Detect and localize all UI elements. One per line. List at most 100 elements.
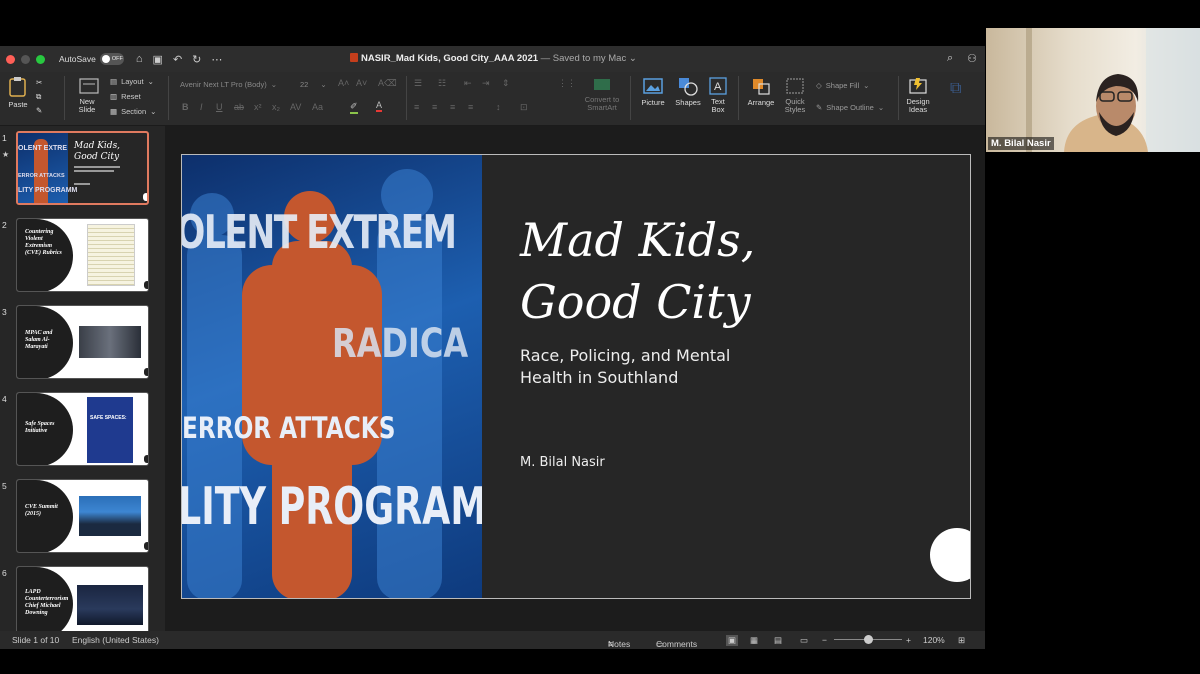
autosave-control[interactable]: AutoSave OFF: [59, 53, 124, 65]
quick-styles-button[interactable]: Quick Styles: [780, 76, 810, 114]
picture-label: Picture: [641, 98, 665, 107]
font-name-select[interactable]: Avenir Next LT Pro (Body) ⌄: [180, 80, 296, 89]
slide-show-icon[interactable]: ▭: [800, 635, 808, 646]
layout-button[interactable]: ▤ Layout ⌄: [110, 77, 154, 86]
shape-outline-button[interactable]: ✎ Shape Outline ⌄: [816, 103, 884, 112]
bold-button[interactable]: B: [182, 102, 189, 112]
font-color-button[interactable]: A: [376, 100, 383, 112]
slide-title-line: Mad Kids,: [520, 213, 756, 267]
zoom-button[interactable]: [36, 54, 45, 64]
slide-thumbnails-pane: 1 ★ OLENT EXTRE ERROR ATTACKS LITY PROGR…: [0, 126, 165, 631]
zoom-slider-thumb[interactable]: [864, 635, 873, 644]
shrink-font-icon[interactable]: A˅: [356, 78, 367, 88]
chevron-down-icon[interactable]: ⌄: [629, 53, 637, 64]
shapes-button[interactable]: Shapes: [672, 76, 704, 107]
thumbnail-image-text: SAFE SPACES:: [90, 415, 127, 421]
justify-icon[interactable]: ≡: [468, 102, 473, 112]
normal-view-icon[interactable]: ▣: [726, 635, 739, 646]
align-text-icon[interactable]: ⊡: [520, 102, 528, 113]
slide-image[interactable]: OLENT EXTREM RADICA ERROR ATTACKS LITY P…: [182, 155, 482, 598]
quick-styles-icon: [786, 78, 804, 94]
slide-number: 4: [2, 394, 7, 404]
arrange-label: Arrange: [747, 98, 775, 107]
redo-icon[interactable]: ↻: [192, 53, 201, 66]
zoom-out-icon[interactable]: −: [822, 635, 827, 645]
undo-icon[interactable]: ↶: [173, 53, 182, 66]
align-left-icon[interactable]: ≡: [414, 102, 419, 112]
reading-view-icon[interactable]: ▤: [774, 635, 782, 646]
copy-icon[interactable]: ⧉: [36, 92, 41, 102]
numbering-icon[interactable]: ☷: [438, 78, 446, 89]
thumbnail-preview: Countering Violent Extremism (CVE) Rubri…: [16, 218, 149, 292]
close-button[interactable]: [6, 54, 15, 64]
slide-thumbnail[interactable]: 3 MPAC and Salam Al-Marayati: [0, 305, 165, 381]
new-slide-button[interactable]: New Slide: [72, 76, 106, 114]
slide-sorter-icon[interactable]: ▦: [750, 635, 758, 646]
slide-title[interactable]: Mad Kids, Good City: [520, 209, 755, 333]
fit-slide-icon[interactable]: ⊞: [958, 635, 965, 646]
slide-decor-circle[interactable]: [930, 528, 970, 582]
picture-button[interactable]: Picture: [636, 76, 670, 107]
section-button[interactable]: ▦ Section ⌄: [110, 107, 156, 116]
change-case-button[interactable]: AV: [290, 102, 301, 112]
highlight-color-button[interactable]: ✐: [350, 101, 358, 114]
cut-icon[interactable]: ✂: [36, 78, 42, 87]
decrease-indent-icon[interactable]: ⇤: [464, 78, 472, 89]
copilot-icon[interactable]: ⧉: [950, 80, 961, 98]
zoom-level[interactable]: 120%: [923, 635, 945, 645]
participant-video: M. Bilal Nasir: [986, 28, 1200, 152]
italic-button[interactable]: I: [200, 102, 203, 112]
slide-editor[interactable]: OLENT EXTREM RADICA ERROR ATTACKS LITY P…: [165, 126, 985, 631]
font-name-value: Avenir Next LT Pro (Body): [180, 80, 267, 89]
clear-format-icon[interactable]: A⌫: [378, 78, 397, 89]
bullets-icon[interactable]: ☰: [414, 78, 422, 89]
slide-author[interactable]: M. Bilal Nasir: [520, 455, 605, 470]
slide-thumbnail[interactable]: 6 LAPD Counterterrorism Chief Michael Do…: [0, 566, 165, 631]
text-box-button[interactable]: A Text Box: [706, 76, 730, 114]
strikethrough-button[interactable]: ab: [234, 102, 244, 112]
underline-button[interactable]: U: [216, 102, 223, 112]
quick-access-toolbar: ⌂ ▣ ↶ ↻ ⋯: [136, 53, 223, 66]
clipboard-icon: [9, 77, 26, 97]
paste-button[interactable]: Paste: [4, 76, 32, 109]
shape-fill-button[interactable]: ◇ Shape Fill ⌄: [816, 81, 869, 90]
language-indicator[interactable]: English (United States): [72, 635, 159, 645]
zoom-in-icon[interactable]: +: [906, 635, 911, 645]
new-slide-label: New Slide: [78, 97, 96, 114]
thumbnail-preview: Safe Spaces Initiative SAFE SPACES:: [16, 392, 149, 466]
slide-thumbnail[interactable]: 5 CVE Summit (2015): [0, 479, 165, 555]
home-icon[interactable]: ⌂: [136, 53, 143, 66]
convert-smartart-button[interactable]: Convert to SmartArt: [580, 76, 624, 112]
align-center-icon[interactable]: ≡: [432, 102, 437, 112]
autosave-toggle[interactable]: OFF: [99, 53, 124, 65]
arrange-button[interactable]: Arrange: [744, 76, 778, 107]
reset-button[interactable]: ▥ Reset: [110, 92, 141, 101]
text-direction-icon[interactable]: ↕: [496, 102, 501, 112]
participant-figure: [1026, 28, 1200, 152]
character-spacing-button[interactable]: Aa: [312, 102, 323, 112]
share-icon[interactable]: ⚇: [967, 52, 977, 65]
subscript-button[interactable]: x₂: [272, 102, 280, 112]
columns-icon[interactable]: ⋮⋮: [558, 78, 576, 89]
slide-thumbnail[interactable]: 4 Safe Spaces Initiative SAFE SPACES:: [0, 392, 165, 468]
slide-thumbnail[interactable]: 2 Countering Violent Extremism (CVE) Rub…: [0, 218, 165, 294]
reset-icon: ▥: [110, 92, 118, 101]
align-right-icon[interactable]: ≡: [450, 102, 455, 112]
design-ideas-button[interactable]: Design Ideas: [902, 76, 934, 114]
grow-font-icon[interactable]: A˄: [338, 78, 349, 88]
font-size-select[interactable]: 22 ⌄: [300, 80, 327, 89]
superscript-button[interactable]: x²: [254, 102, 262, 112]
thumbnail-image: [79, 326, 141, 358]
minimize-button[interactable]: [21, 54, 30, 64]
increase-indent-icon[interactable]: ⇥: [482, 78, 490, 89]
save-icon[interactable]: ▣: [153, 53, 163, 66]
search-icon[interactable]: ⌕: [947, 52, 953, 65]
line-spacing-icon[interactable]: ⇕: [502, 78, 510, 89]
format-painter-icon[interactable]: ✎: [36, 106, 42, 115]
thumbnail-image: OLENT EXTRE ERROR ATTACKS LITY PROGRAMM: [18, 133, 77, 203]
current-slide[interactable]: OLENT EXTREM RADICA ERROR ATTACKS LITY P…: [181, 154, 971, 599]
more-icon[interactable]: ⋯: [211, 53, 222, 66]
slide-subtitle[interactable]: Race, Policing, and Mental Health in Sou…: [520, 345, 780, 389]
slide-thumbnail[interactable]: 1 ★ OLENT EXTRE ERROR ATTACKS LITY PROGR…: [0, 131, 165, 207]
divider: [406, 76, 407, 120]
